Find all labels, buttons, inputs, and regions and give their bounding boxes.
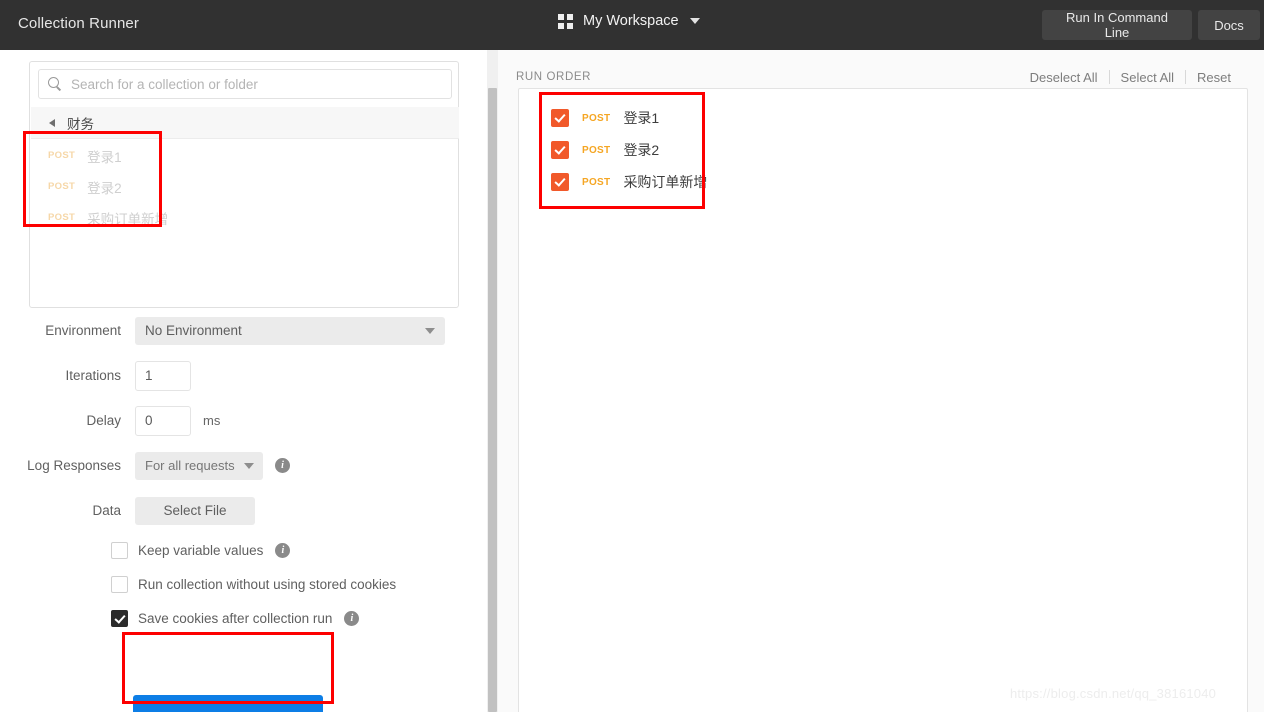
app-header: Collection Runner My Workspace Run In Co… <box>0 0 1264 50</box>
environment-value: No Environment <box>145 323 242 338</box>
data-row: Data Select File <box>0 488 488 533</box>
log-responses-row: Log Responses For all requests i <box>0 443 488 488</box>
run-collection-button[interactable]: Run ncc test <box>133 695 323 712</box>
chevron-down-icon <box>689 18 700 24</box>
run-item-method: POST <box>582 176 611 188</box>
delay-input[interactable] <box>135 405 191 436</box>
collection-runner-window: Collection Runner My Workspace Run In Co… <box>0 0 1264 712</box>
request-method: POST <box>48 212 76 223</box>
run-item-checkbox[interactable] <box>551 173 569 191</box>
chevron-down-icon <box>244 462 254 469</box>
search-input[interactable] <box>71 76 451 92</box>
run-item-method: POST <box>582 112 611 124</box>
chevron-down-icon <box>425 327 435 334</box>
search-icon <box>48 77 62 91</box>
run-without-cookies-checkbox[interactable] <box>111 575 128 593</box>
run-item-checkbox[interactable] <box>551 141 569 159</box>
run-order-actions: Deselect All Select All Reset <box>1019 70 1242 85</box>
run-item-name: 登录2 <box>623 142 660 158</box>
workspace-selector[interactable]: My Workspace <box>558 13 700 29</box>
environment-select[interactable]: No Environment <box>135 316 445 345</box>
request-name: 采购订单新增 <box>87 211 169 227</box>
delay-row: Delay ms <box>0 398 488 443</box>
request-method: POST <box>48 150 76 161</box>
environment-row: Environment No Environment <box>0 308 488 353</box>
save-cookies-label: Save cookies after collection run <box>138 610 333 626</box>
data-label: Data <box>92 503 121 518</box>
log-responses-value: For all requests <box>145 458 235 473</box>
triangle-left-icon <box>49 118 55 127</box>
run-without-cookies-row[interactable]: Run collection without using stored cook… <box>0 567 488 601</box>
info-icon[interactable]: i <box>275 458 290 473</box>
list-item[interactable]: POST 采购订单新增 <box>30 202 458 233</box>
request-name: 登录2 <box>87 180 122 196</box>
workspace-label: My Workspace <box>583 13 679 29</box>
save-cookies-row[interactable]: Save cookies after collection run i <box>0 601 488 635</box>
iterations-label: Iterations <box>65 368 121 383</box>
run-order-list: POST 登录1 POST 登录2 POST 采购订单新增 <box>518 88 1248 712</box>
right-panel: RUN ORDER Deselect All Select All Reset … <box>499 50 1264 712</box>
folder-name: 财务 <box>67 116 94 132</box>
docs-button[interactable]: Docs <box>1198 10 1260 40</box>
run-without-cookies-label: Run collection without using stored cook… <box>138 576 397 592</box>
page-title: Collection Runner <box>18 15 139 32</box>
keep-variable-values-row[interactable]: Keep variable values i <box>0 533 488 567</box>
keep-variable-values-label: Keep variable values <box>138 542 264 558</box>
log-responses-select[interactable]: For all requests <box>135 451 263 480</box>
keep-variable-values-checkbox[interactable] <box>111 541 128 559</box>
left-panel: 财务 POST 登录1 POST 登录2 POST 采购订单新增 <box>0 50 488 712</box>
collection-selector-box: 财务 POST 登录1 POST 登录2 POST 采购订单新增 <box>29 61 459 308</box>
search-box[interactable] <box>38 69 452 99</box>
run-order-header: RUN ORDER Deselect All Select All Reset <box>499 64 1264 90</box>
run-item-method: POST <box>582 144 611 156</box>
run-order-title: RUN ORDER <box>516 71 592 83</box>
list-item[interactable]: POST 登录2 <box>30 171 458 202</box>
run-order-item[interactable]: POST 登录1 <box>519 102 1247 134</box>
reset-link[interactable]: Reset <box>1186 70 1242 85</box>
delay-label: Delay <box>86 413 121 428</box>
grid-icon <box>558 13 574 29</box>
collection-request-list: POST 登录1 POST 登录2 POST 采购订单新增 <box>30 140 458 233</box>
iterations-input[interactable] <box>135 360 191 391</box>
log-responses-label: Log Responses <box>27 458 121 473</box>
runner-settings-form: Environment No Environment Iterations De… <box>0 308 488 712</box>
run-item-name: 登录1 <box>623 110 660 126</box>
run-order-item[interactable]: POST 登录2 <box>519 134 1247 166</box>
request-name: 登录1 <box>87 149 122 165</box>
list-item[interactable]: POST 登录1 <box>30 140 458 171</box>
run-item-name: 采购订单新增 <box>623 174 708 190</box>
delay-unit: ms <box>203 413 221 428</box>
watermark: https://blog.csdn.net/qq_38161040 <box>1010 686 1217 701</box>
run-in-command-line-button[interactable]: Run In Command Line <box>1042 10 1192 40</box>
left-panel-scrollbar-thumb[interactable] <box>488 88 497 712</box>
run-order-item[interactable]: POST 采购订单新增 <box>519 166 1247 198</box>
folder-row-caiwu[interactable]: 财务 <box>31 107 459 139</box>
save-cookies-checkbox[interactable] <box>111 609 128 627</box>
environment-label: Environment <box>45 323 121 338</box>
info-icon[interactable]: i <box>344 610 360 626</box>
request-method: POST <box>48 181 76 192</box>
iterations-row: Iterations <box>0 353 488 398</box>
select-all-link[interactable]: Select All <box>1110 70 1185 85</box>
deselect-all-link[interactable]: Deselect All <box>1019 70 1109 85</box>
run-item-checkbox[interactable] <box>551 109 569 127</box>
info-icon[interactable]: i <box>275 542 291 558</box>
select-file-button[interactable]: Select File <box>135 496 255 525</box>
